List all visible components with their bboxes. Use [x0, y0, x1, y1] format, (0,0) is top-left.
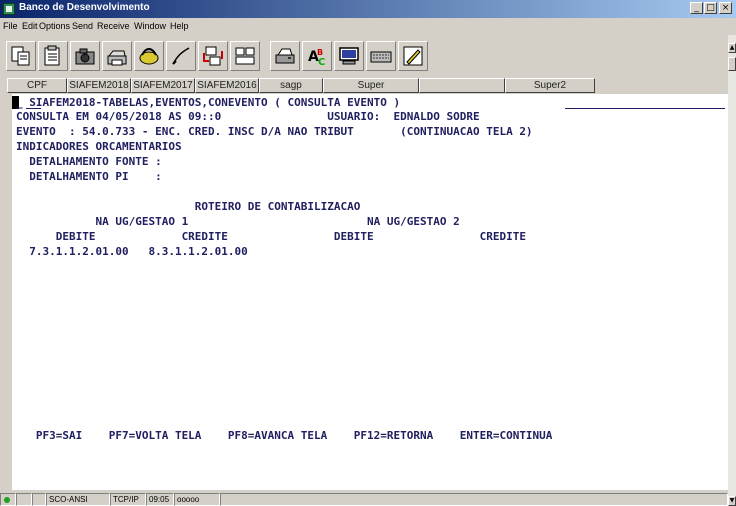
indicators-heading: INDICADORES ORCAMENTARIOS: [16, 140, 182, 153]
account-values-line: 7.3.1.1.2.01.00 8.3.1.1.2.01.00: [16, 245, 248, 258]
scroll-down-arrow[interactable]: ▼: [728, 496, 736, 506]
consult-info-line: CONSULTA EM 04/05/2018 AS 09::0 USUARIO:…: [16, 110, 480, 123]
scroll-thumb[interactable]: [728, 57, 736, 71]
key-button-sagp[interactable]: sagp: [259, 78, 323, 93]
status-indicators: ooooo: [174, 493, 220, 506]
minimize-button[interactable]: _: [690, 2, 703, 14]
screen-title-line: _ SIAFEM2018-TABELAS,EVENTOS,CONEVENTO (…: [16, 96, 407, 109]
debit-credit-header-line: DEBITE CREDITE DEBITE CREDITE: [16, 230, 526, 243]
vertical-scrollbar[interactable]: ▲ ▼: [728, 35, 736, 506]
print-icon[interactable]: [102, 41, 132, 71]
menu-edit[interactable]: Edit: [22, 21, 38, 31]
scroll-up-arrow[interactable]: ▲: [728, 43, 736, 53]
connection-status-icon: [4, 497, 10, 503]
ug-header-line: NA UG/GESTAO 1 NA UG/GESTAO 2: [16, 215, 460, 228]
terminal-window: Banco de Desenvolvimento _ □ × File Edit…: [0, 0, 736, 506]
keyboard-icon[interactable]: [366, 41, 396, 71]
status-cell-2: [32, 493, 46, 506]
menu-bar: File Edit Options Send Receive Window He…: [0, 18, 736, 35]
status-terminal-type: SCO-ANSI: [46, 493, 110, 506]
accounting-title-line: ROTEIRO DE CONTABILIZACAO: [16, 200, 361, 213]
restore-button[interactable]: □: [704, 2, 717, 14]
menu-file[interactable]: File: [3, 21, 18, 31]
status-time: 09:05: [146, 493, 174, 506]
connect-icon[interactable]: [134, 41, 164, 71]
function-keys-line: PF3=SAI PF7=VOLTA TELA PF8=AVANCA TELA P…: [16, 429, 553, 442]
menu-window[interactable]: Window: [134, 21, 166, 31]
pen-icon[interactable]: [166, 41, 196, 71]
printer-icon[interactable]: [270, 41, 300, 71]
terminal-screen[interactable]: _ SIAFEM2018-TABELAS,EVENTOS,CONEVENTO (…: [12, 94, 728, 490]
detail-source-line: DETALHAMENTO FONTE :: [16, 155, 162, 168]
key-button-siafem2016[interactable]: SIAFEM2016: [195, 78, 259, 93]
status-cell-1: [16, 493, 32, 506]
window-title: Banco de Desenvolvimento: [19, 2, 150, 13]
app-icon[interactable]: [3, 3, 15, 15]
title-bar[interactable]: Banco de Desenvolvimento _ □ ×: [0, 0, 736, 18]
toolbar: ABC: [0, 35, 728, 77]
spellcheck-icon[interactable]: ABC: [302, 41, 332, 71]
monitor-icon[interactable]: [334, 41, 364, 71]
status-message: [220, 493, 728, 506]
key-button-empty[interactable]: [419, 78, 505, 93]
transfer-icon[interactable]: [198, 41, 228, 71]
copy-screen-icon[interactable]: [6, 41, 36, 71]
close-button[interactable]: ×: [719, 2, 732, 14]
paste-icon[interactable]: [38, 41, 68, 71]
key-button-siafem2018[interactable]: SIAFEM2018: [67, 78, 131, 93]
key-button-super[interactable]: Super: [323, 78, 419, 93]
event-line: EVENTO : 54.0.733 - ENC. CRED. INSC D/A …: [16, 125, 533, 138]
layout-icon[interactable]: [230, 41, 260, 71]
screen-edit-icon[interactable]: [398, 41, 428, 71]
key-button-super2[interactable]: Super2: [505, 78, 595, 93]
menu-receive[interactable]: Receive: [97, 21, 130, 31]
svg-text:C: C: [318, 57, 325, 67]
key-button-cpf[interactable]: CPF: [7, 78, 67, 93]
key-button-siafem2017[interactable]: SIAFEM2017: [131, 78, 195, 93]
detail-pi-line: DETALHAMENTO PI :: [16, 170, 162, 183]
status-bar: SCO-ANSI TCP/IP 09:05 ooooo: [0, 492, 728, 506]
title-underline: [565, 108, 725, 109]
macro-button-row: CPF SIAFEM2018 SIAFEM2017 SIAFEM2016 sag…: [0, 78, 728, 93]
menu-help[interactable]: Help: [170, 21, 189, 31]
status-protocol: TCP/IP: [110, 493, 146, 506]
connection-status-cell: [0, 493, 16, 506]
menu-options[interactable]: Options: [39, 21, 70, 31]
menu-send[interactable]: Send: [72, 21, 93, 31]
svg-text:B: B: [317, 48, 323, 57]
camera-icon[interactable]: [70, 41, 100, 71]
